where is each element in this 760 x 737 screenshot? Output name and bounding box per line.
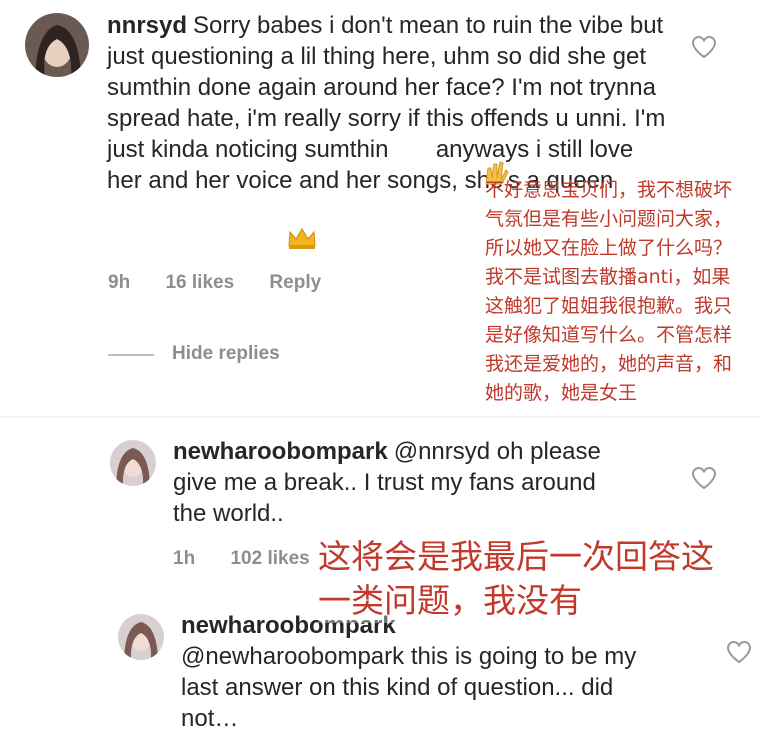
original-comment-panel: nnrsyd Sorry babes i don't mean to ruin t…	[0, 0, 760, 418]
reply2-like-heart-icon[interactable]	[726, 640, 752, 664]
reply1-time: 1h	[173, 548, 196, 569]
comment-time: 9h	[108, 272, 131, 293]
reply2-body: newharoobompark @newharoobompark this is…	[181, 610, 671, 734]
reply1-avatar[interactable]	[110, 440, 156, 486]
hide-replies-line	[108, 354, 154, 356]
hide-replies-button[interactable]: Hide replies	[172, 343, 280, 365]
comment-body: nnrsyd Sorry babes i don't mean to ruin t…	[107, 10, 667, 196]
reply1-likes[interactable]: 102 likes	[230, 548, 309, 570]
reply1-meta: 1h 102 likes	[173, 548, 340, 570]
commenter-username[interactable]: nnrsyd	[107, 12, 187, 39]
reply2-text: @newharoobompark this is going to be my …	[181, 643, 637, 732]
crown-emoji-icon	[288, 228, 316, 249]
comment-likes[interactable]: 16 likes	[165, 272, 234, 294]
comment-meta: 9h 16 likes Reply	[108, 272, 351, 294]
reply1-body: newharoobompark @nnrsyd oh please give me…	[173, 436, 613, 529]
reply2-avatar[interactable]	[118, 614, 164, 660]
chinese-translation-bottom: 这将会是我最后一次回答这一类问题，我没有	[318, 535, 738, 623]
reply-button[interactable]: Reply	[269, 272, 321, 294]
reply1-like-heart-icon[interactable]	[691, 466, 717, 490]
reply1-username[interactable]: newharoobompark	[173, 438, 388, 465]
chinese-translation-top: 不好意思宝贝们，我不想破坏气氛但是有些小问题问大家，所以她又在脸上做了什么吗？我…	[485, 179, 733, 404]
commenter-avatar[interactable]	[25, 13, 89, 77]
like-heart-icon[interactable]	[691, 35, 717, 59]
